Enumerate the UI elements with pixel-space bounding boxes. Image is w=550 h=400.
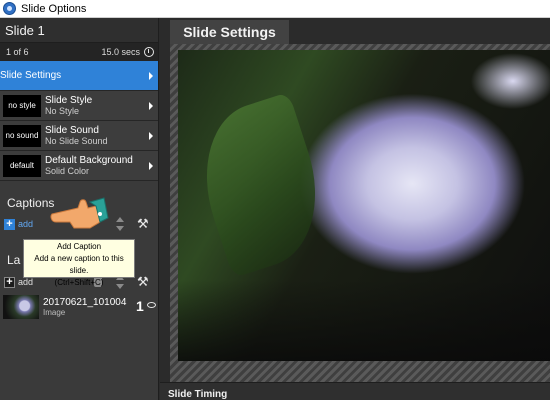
chevron-right-icon <box>149 101 153 110</box>
tooltip-title: Add Caption <box>56 242 102 251</box>
add-caption-icon[interactable]: + <box>4 218 15 230</box>
leaf-shape <box>183 91 339 279</box>
eye-icon[interactable] <box>147 302 156 308</box>
menu-item-label: Slide Sound <box>45 125 99 136</box>
style-thumbnail: no style <box>3 94 41 117</box>
pointing-hand-icon <box>50 197 109 229</box>
add-caption-button[interactable]: add <box>18 219 33 229</box>
layer-number: 1 <box>136 298 144 314</box>
app-icon <box>3 2 16 15</box>
menu-item-sublabel: No Style <box>45 106 80 116</box>
menu-item-default-background[interactable]: default Default Background Solid Color <box>0 151 158 181</box>
tooltip-shortcut: (Ctrl+Shift+C) <box>54 278 104 287</box>
add-layer-icon[interactable]: + <box>4 276 15 288</box>
layer-type: Image <box>43 307 66 317</box>
chevron-right-icon <box>149 71 153 80</box>
menu-item-label: Slide Style <box>45 95 93 106</box>
slide-timing-bar: Slide Timing <box>160 382 550 400</box>
slide-position: 1 of 6 <box>6 47 29 57</box>
layer-thumbnail <box>3 295 39 319</box>
menu-item-sublabel: Solid Color <box>45 166 90 176</box>
menu-item-slide-sound[interactable]: no sound Slide Sound No Slide Sound <box>0 121 158 151</box>
window-title: Slide Options <box>21 2 87 15</box>
slide-title: Slide 1 <box>0 18 158 43</box>
tab-slide-settings[interactable]: Slide Settings <box>170 20 289 44</box>
menu-item-label: Default Background <box>45 155 133 166</box>
slide-preview-image[interactable] <box>178 50 550 361</box>
layer-name: 20170621_101004 <box>43 296 127 308</box>
window-titlebar: Slide Options <box>0 0 550 18</box>
slide-info-bar: 1 of 6 15.0 secs <box>0 43 158 61</box>
chevron-right-icon <box>149 161 153 170</box>
menu-item-label: Slide Settings <box>0 70 62 81</box>
shadow-overlay <box>178 280 550 361</box>
layer-item[interactable]: 20170621_101004 Image 1 <box>0 292 158 322</box>
layers-heading: La <box>7 253 21 267</box>
reorder-arrows-icon[interactable] <box>116 217 124 231</box>
slide-duration: 15.0 secs <box>101 46 140 57</box>
background-thumbnail: default <box>3 154 41 177</box>
captions-heading: Captions <box>7 196 55 210</box>
clock-icon[interactable] <box>144 47 154 58</box>
sound-thumbnail: no sound <box>3 124 41 147</box>
slide-timing-label: Slide Timing <box>168 389 228 400</box>
tooltip-description: Add a new caption to this slide. <box>34 254 124 275</box>
menu-item-slide-style[interactable]: no style Slide Style No Style <box>0 91 158 121</box>
tools-icon[interactable]: ⚒ <box>137 216 149 232</box>
menu-item-slide-settings[interactable]: Slide Settings <box>0 61 219 133</box>
slide-duration-group[interactable]: 15.0 secs <box>101 47 154 58</box>
chevron-right-icon <box>149 131 153 140</box>
tools-icon[interactable]: ⚒ <box>137 274 149 290</box>
add-caption-tooltip: Add Caption Add a new caption to this sl… <box>23 239 135 287</box>
menu-item-sublabel: No Slide Sound <box>45 136 108 146</box>
